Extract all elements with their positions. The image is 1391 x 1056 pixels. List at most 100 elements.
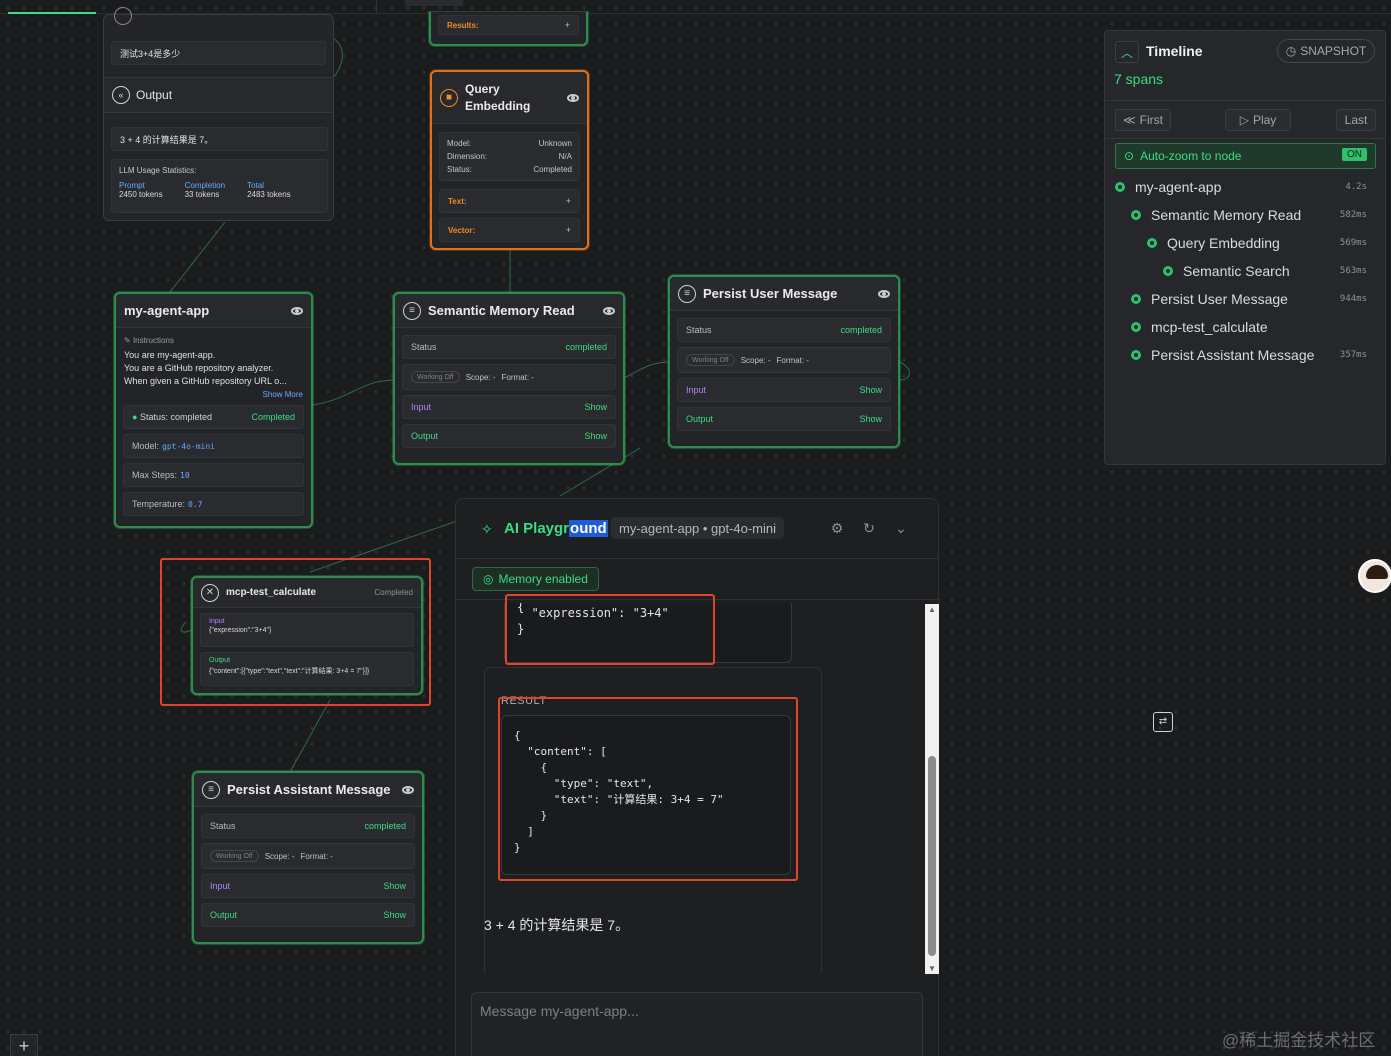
- timeline-span-item[interactable]: Persist User Message 944ms: [1131, 289, 1377, 309]
- show-input-link[interactable]: Show: [584, 402, 607, 412]
- timeline-panel: ︿ Timeline 7 spans ◷ SNAPSHOT ≪ First ▷ Pla…: [1104, 30, 1386, 465]
- zoom-in-button[interactable]: +: [10, 1034, 38, 1056]
- status-label: Status: [686, 325, 712, 335]
- semantic-memory-read-node[interactable]: ≡ Semantic Memory Read Status completed W…: [393, 292, 625, 465]
- play-button[interactable]: ▷ Play: [1225, 109, 1291, 131]
- completion-label: Completion: [184, 181, 226, 190]
- vector-label: Vector:: [448, 225, 476, 235]
- output-row[interactable]: Output Show: [402, 424, 616, 448]
- text-label: Text:: [448, 196, 467, 206]
- avatar[interactable]: [1358, 559, 1391, 593]
- chevron-down-icon[interactable]: ⌄: [892, 519, 910, 537]
- mcp-calculate-node[interactable]: ✕ mcp-test_calculate Completed Input {"e…: [191, 576, 423, 695]
- span-label: my-agent-app: [1135, 179, 1222, 195]
- message-placeholder: Message my-agent-app...: [480, 1003, 639, 1019]
- eye-icon[interactable]: [291, 306, 303, 315]
- scope-label: Scope: -: [465, 372, 496, 382]
- scroll-up-icon[interactable]: ▲: [928, 605, 936, 614]
- timeline-span-item[interactable]: Semantic Memory Read 582ms: [1131, 205, 1377, 225]
- span-label: Persist Assistant Message: [1151, 347, 1315, 363]
- refresh-icon[interactable]: ↻: [860, 519, 878, 537]
- output-row[interactable]: Output Show: [677, 407, 891, 431]
- timeline-span-item[interactable]: mcp-test_calculate: [1131, 317, 1377, 337]
- node-header: ≡ Semantic Memory Read: [395, 294, 623, 328]
- show-input-link[interactable]: Show: [859, 385, 882, 395]
- expand-icon[interactable]: +: [565, 20, 570, 30]
- settings-gear-icon[interactable]: ⚙: [828, 519, 846, 537]
- span-duration: 4.2s: [1345, 182, 1367, 192]
- text-row[interactable]: Text: +: [439, 189, 580, 213]
- playback-controls: ≪ First ▷ Play Last: [1105, 101, 1385, 139]
- persist-user-message-node[interactable]: ≡ Persist User Message Status completed W…: [668, 275, 900, 448]
- node-title: Persist Assistant Message: [227, 782, 391, 797]
- output-node[interactable]: 测试3+4是多少 « Output 3 + 4 的计算结果是 7。 LLM Us…: [103, 7, 334, 221]
- span-duration: 569ms: [1339, 238, 1367, 248]
- agent-node[interactable]: my-agent-app ✎ Instructions You are my-a…: [114, 292, 313, 528]
- persist-assistant-message-node[interactable]: ≡ Persist Assistant Message Status comple…: [192, 771, 424, 944]
- usage-prompt: Prompt 2450 tokens: [119, 181, 163, 199]
- memory-icon: ◎: [483, 572, 494, 586]
- translate-icon[interactable]: ⇄: [1153, 712, 1173, 732]
- show-output-link[interactable]: Show: [859, 414, 882, 424]
- scope-label: Scope: -: [264, 851, 295, 861]
- format-label: Format: -: [776, 355, 809, 365]
- show-more-link[interactable]: Show More: [116, 390, 311, 399]
- show-output-link[interactable]: Show: [383, 910, 406, 920]
- eye-icon[interactable]: [603, 306, 615, 315]
- span-status-dot-icon: [1115, 182, 1125, 192]
- timeline-span-item[interactable]: Persist Assistant Message 357ms: [1131, 345, 1377, 365]
- title-selected-part: ound: [569, 520, 608, 537]
- usage-title: LLM Usage Statistics:: [119, 166, 197, 175]
- results-row[interactable]: Results: +: [438, 15, 579, 35]
- message-input[interactable]: Message my-agent-app...: [471, 992, 923, 1056]
- query-embedding-node[interactable]: ■ Query Embedding Model: Unknown Dimensio…: [430, 70, 589, 250]
- playground-scrollbar[interactable]: ▲ ▼: [925, 604, 939, 974]
- input-label: Input: [209, 618, 225, 625]
- autozoom-toggle[interactable]: ⊙ Auto-zoom to node ON: [1115, 143, 1376, 169]
- eye-icon[interactable]: [402, 785, 414, 794]
- scroll-down-icon[interactable]: ▼: [928, 964, 936, 973]
- show-output-link[interactable]: Show: [584, 431, 607, 441]
- status-value: Completed: [251, 412, 295, 422]
- input-row[interactable]: Input Show: [201, 874, 415, 898]
- eye-icon[interactable]: [567, 93, 579, 102]
- last-button[interactable]: Last: [1336, 109, 1376, 131]
- embedding-meta: Model: Unknown Dimension: N/A Status: Compl…: [439, 132, 580, 181]
- input-row[interactable]: Input Show: [677, 378, 891, 402]
- avatar-eye: [1379, 575, 1382, 578]
- scrollbar-thumb[interactable]: [928, 756, 936, 956]
- timeline-span-item[interactable]: my-agent-app 4.2s: [1115, 177, 1377, 197]
- eye-icon[interactable]: [878, 289, 890, 298]
- input-row[interactable]: Input Show: [402, 395, 616, 419]
- database-icon: ≡: [678, 284, 696, 303]
- model-row: Model: gpt-4o-mini: [123, 434, 304, 458]
- input-label: Input: [210, 881, 231, 891]
- prompt-value: 2450 tokens: [119, 190, 163, 199]
- output-result: 3 + 4 的计算结果是 7。: [111, 127, 328, 151]
- span-status-dot-icon: [1131, 210, 1141, 220]
- timeline-span-item[interactable]: Semantic Search 563ms: [1163, 261, 1377, 281]
- show-input-link[interactable]: Show: [383, 881, 406, 891]
- expand-icon[interactable]: +: [566, 196, 571, 206]
- results-label: Results:: [447, 20, 479, 30]
- autozoom-state: ON: [1342, 148, 1367, 161]
- working-badge: Working Off: [210, 850, 259, 862]
- status-label: ● Status: completed: [132, 412, 212, 422]
- node-title: mcp-test_calculate: [226, 587, 317, 598]
- collapse-chevron-icon[interactable]: ︿: [1115, 41, 1139, 63]
- instructions-line: When given a GitHub repository URL o...: [124, 376, 287, 386]
- timeline-span-item[interactable]: Query Embedding 569ms: [1147, 233, 1377, 253]
- agent-model-badge: my-agent-app • gpt-4o-mini: [611, 517, 785, 539]
- output-row[interactable]: Output Show: [201, 903, 415, 927]
- first-button[interactable]: ≪ First: [1115, 109, 1171, 131]
- snapshot-button[interactable]: ◷ SNAPSHOT: [1277, 39, 1375, 63]
- search-results-node[interactable]: Results: +: [429, 12, 588, 46]
- node-header: ≡ Persist Assistant Message: [194, 773, 422, 807]
- edge: [311, 379, 396, 406]
- instructions-line: You are my-agent-app.: [124, 350, 216, 360]
- config-row: Working Off Scope: - Format: -: [677, 347, 891, 373]
- expand-icon[interactable]: +: [566, 225, 571, 235]
- scope-label: Scope: -: [740, 355, 771, 365]
- memory-enabled-badge[interactable]: ◎ Memory enabled: [472, 567, 599, 591]
- vector-row[interactable]: Vector: +: [439, 218, 580, 242]
